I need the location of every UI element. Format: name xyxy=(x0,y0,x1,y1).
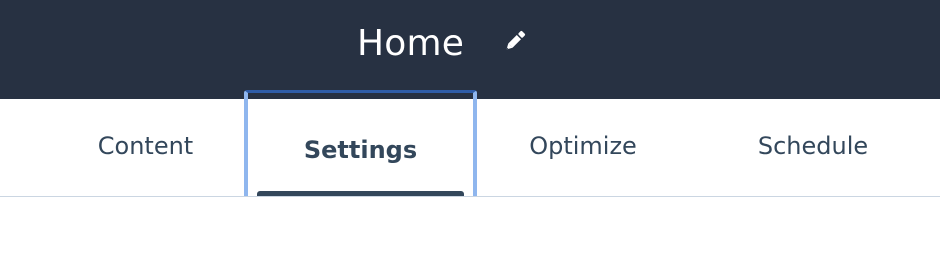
tab-settings[interactable]: Settings xyxy=(244,90,477,196)
page-title: Home xyxy=(357,23,465,64)
tab-label: Settings xyxy=(303,135,418,164)
pencil-icon xyxy=(501,27,529,59)
top-bar: Home xyxy=(0,0,940,99)
tab-content[interactable]: Content xyxy=(68,99,223,196)
tab-label: Schedule xyxy=(757,131,869,160)
edit-title-button[interactable] xyxy=(500,28,530,58)
active-tab-indicator xyxy=(257,191,464,196)
tab-optimize[interactable]: Optimize xyxy=(497,99,669,196)
editor-tabs: Content Settings Optimize Schedule xyxy=(0,90,940,197)
content-area xyxy=(0,198,940,264)
tab-label: Optimize xyxy=(529,131,637,160)
tab-label: Content xyxy=(97,131,194,160)
page-editor-header: Home Content Settings Optimize Schedule xyxy=(0,0,940,264)
tab-schedule[interactable]: Schedule xyxy=(720,99,906,196)
